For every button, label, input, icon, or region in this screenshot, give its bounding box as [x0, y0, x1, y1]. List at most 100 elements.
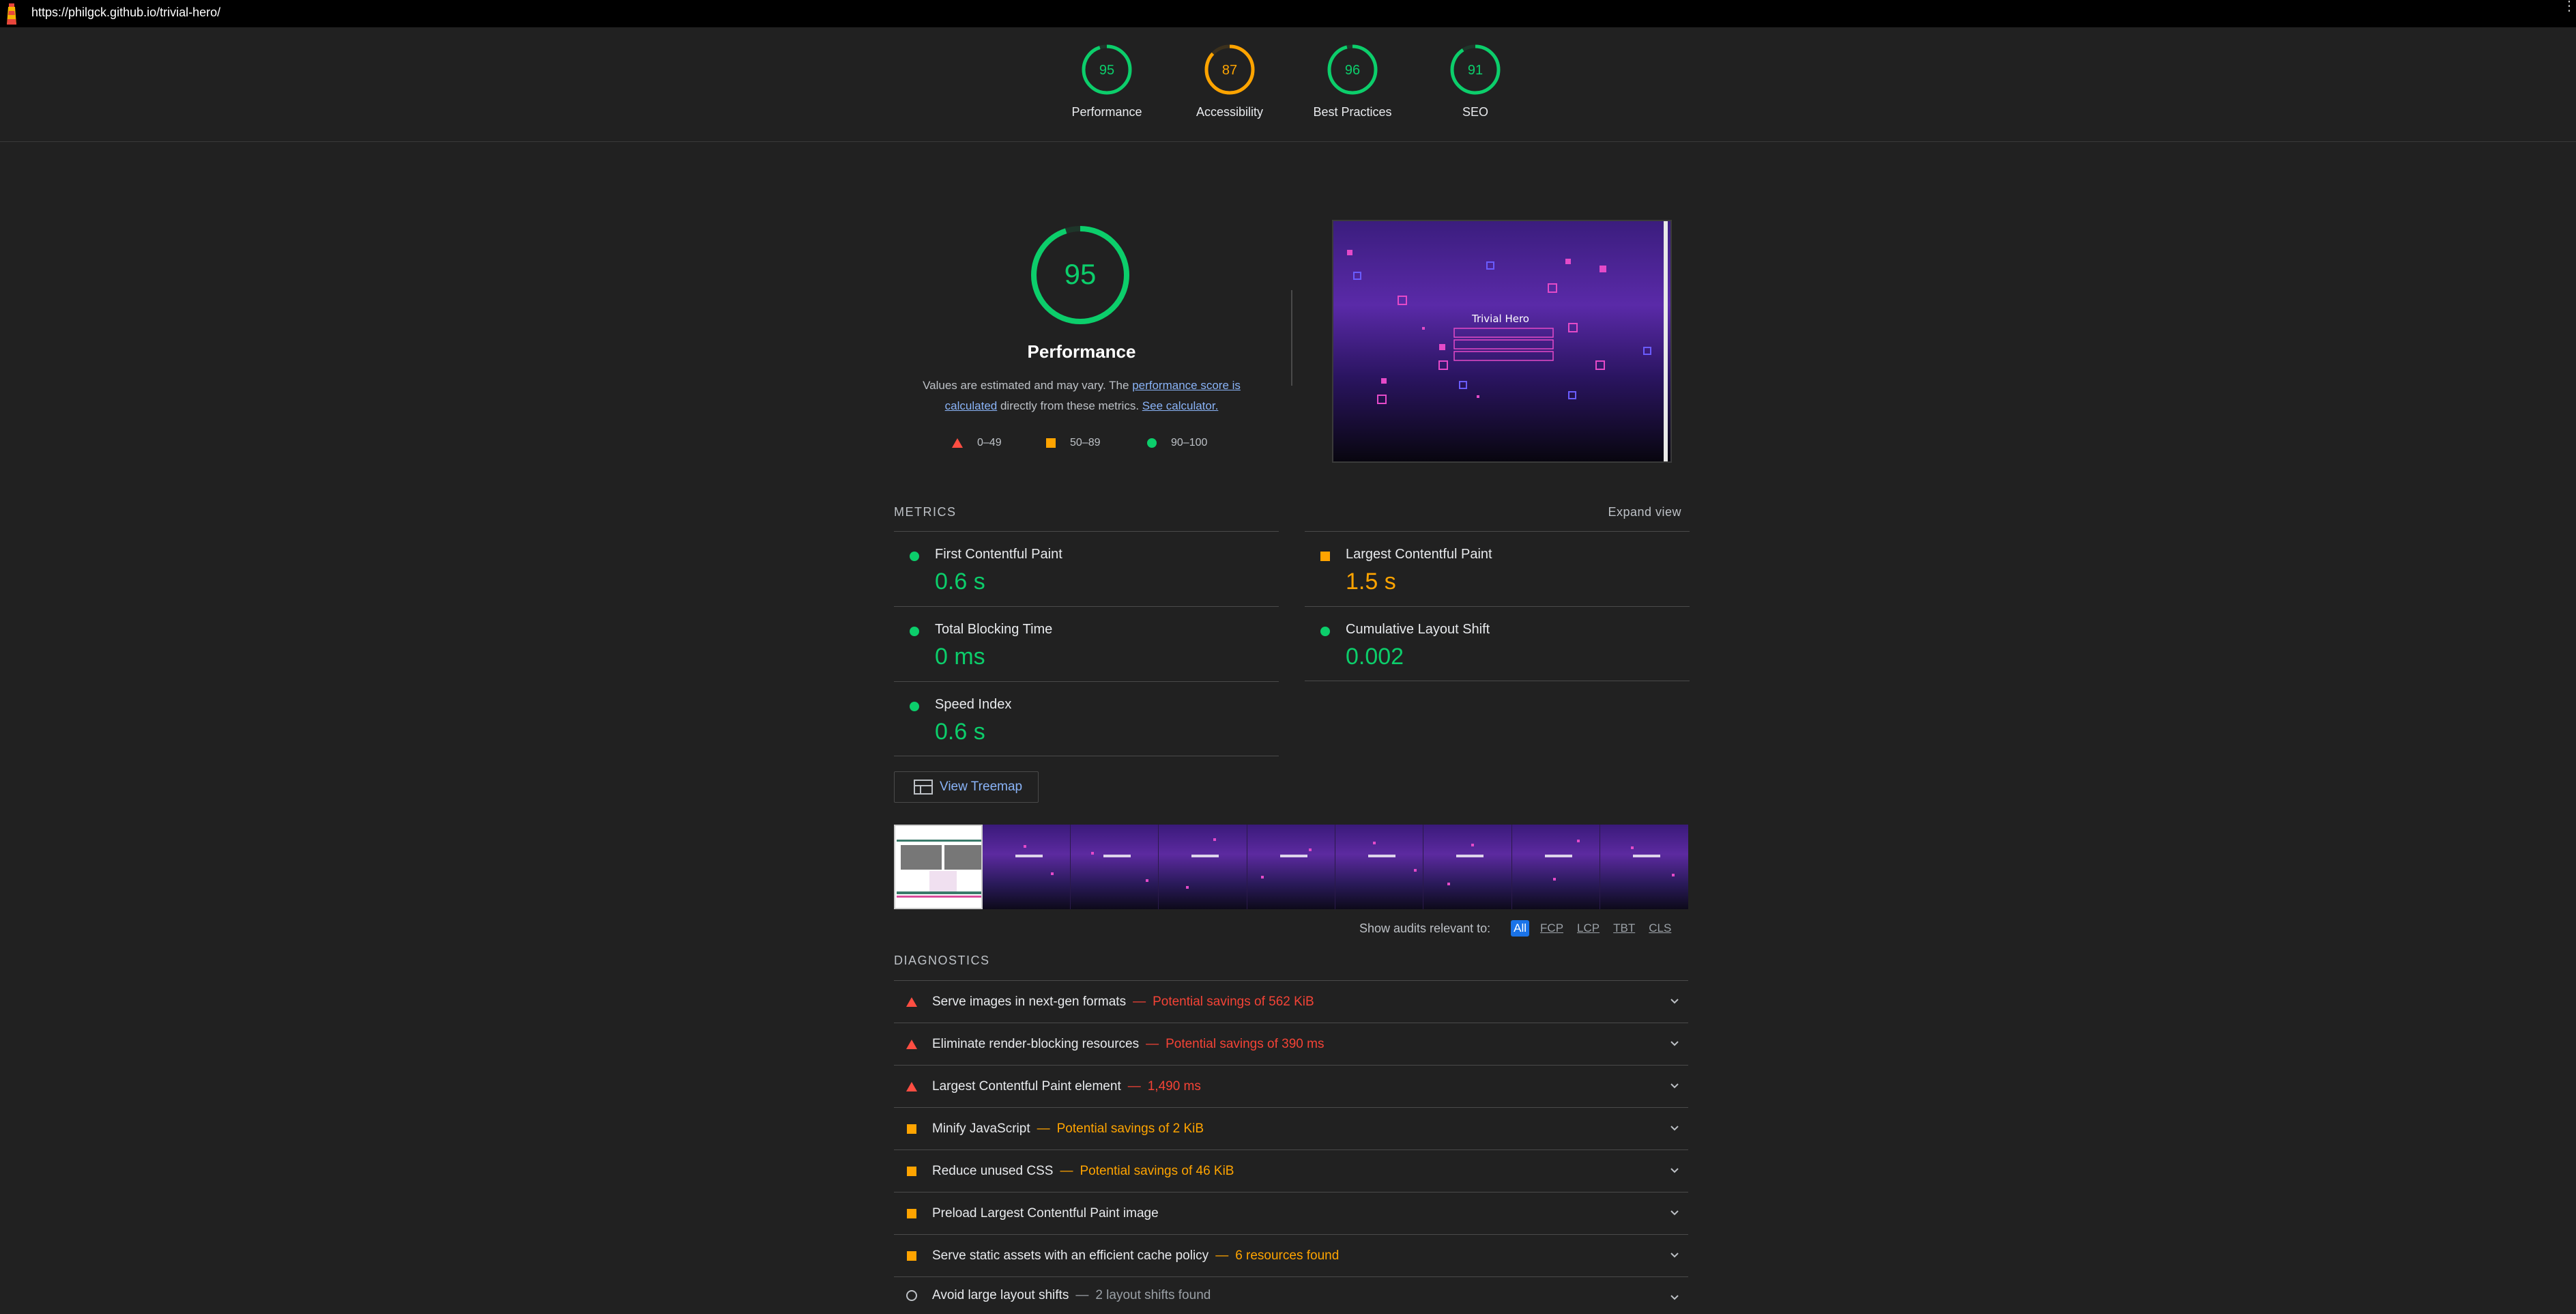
- view-treemap-label: View Treemap: [940, 780, 1023, 794]
- frame-dot: [1186, 886, 1189, 889]
- gauge-performance[interactable]: 95 Performance: [1045, 44, 1168, 119]
- average-square-icon: [907, 1166, 916, 1176]
- audit-minify-javascript[interactable]: Minify JavaScript — Potential savings of…: [894, 1107, 1688, 1149]
- audit-detail: Potential savings of 562 KiB: [1153, 994, 1314, 1009]
- audit-render-blocking-resources[interactable]: Eliminate render-blocking resources — Po…: [894, 1023, 1688, 1065]
- performance-score: 95: [1065, 258, 1097, 290]
- audit-avoid-layout-shifts[interactable]: Avoid large layout shifts — 2 layout shi…: [894, 1276, 1688, 1314]
- audit-detail: Potential savings of 2 KiB: [1056, 1121, 1204, 1136]
- expand-view-button[interactable]: Expand view: [1569, 505, 1681, 519]
- filter-chip-lcp[interactable]: LCP: [1574, 920, 1602, 937]
- filter-chip-tbt[interactable]: TBT: [1610, 920, 1638, 937]
- see-calculator-link[interactable]: See calculator.: [1142, 399, 1219, 412]
- diagnostics-section-title: DIAGNOSTICS: [894, 954, 990, 967]
- gauge-score: 87: [1222, 63, 1237, 78]
- audit-detail: Potential savings of 390 ms: [1166, 1036, 1325, 1051]
- metric-name: Largest Contentful Paint: [1346, 547, 1492, 562]
- frame-title: [1367, 855, 1395, 857]
- frame-title: [1544, 855, 1572, 857]
- audit-detail: 2 layout shifts found: [1095, 1288, 1211, 1302]
- filmstrip-frame-image: [895, 826, 981, 908]
- gauge-seo[interactable]: 91 SEO: [1414, 44, 1537, 119]
- circle-icon: [1147, 438, 1157, 448]
- audit-separator: —: [1037, 1121, 1050, 1136]
- frame-title: [1632, 855, 1660, 857]
- metric-total-blocking-time: Total Blocking Time 0 ms: [894, 606, 1279, 681]
- metric-value: 0.6 s: [935, 719, 985, 745]
- chevron-down-icon: [1670, 1041, 1679, 1046]
- audit-title: Reduce unused CSS: [932, 1163, 1054, 1178]
- frame-title: [1015, 855, 1043, 857]
- more-options-icon[interactable]: ⋮: [2562, 0, 2576, 13]
- filter-chip-cls[interactable]: CLS: [1646, 920, 1674, 937]
- metric-largest-contentful-paint: Largest Contentful Paint 1.5 s: [1305, 531, 1690, 606]
- gauge-ring: 96: [1327, 44, 1378, 95]
- pass-circle-icon: [910, 702, 919, 711]
- audit-separator: —: [1215, 1248, 1229, 1263]
- legend-pass: 90–100: [1146, 437, 1207, 449]
- audit-serve-next-gen-images[interactable]: Serve images in next-gen formats — Poten…: [894, 980, 1688, 1023]
- legend-range: 0–49: [977, 437, 1002, 448]
- metric-value: 1.5 s: [1346, 569, 1396, 595]
- pass-circle-icon: [1320, 627, 1330, 636]
- fail-triangle-icon: [906, 1081, 917, 1091]
- filmstrip-frame: [1247, 825, 1335, 909]
- gauge-label: Accessibility: [1196, 105, 1264, 119]
- final-screenshot-image: Trivial Hero: [1333, 221, 1670, 461]
- frame-dot: [1023, 845, 1026, 848]
- metric-name: First Contentful Paint: [935, 547, 1062, 562]
- frame-dot: [1090, 852, 1094, 855]
- filmstrip-frame: [982, 825, 1071, 909]
- gauge-score: 96: [1345, 63, 1360, 78]
- metric-value: 0 ms: [935, 644, 985, 670]
- audit-filter-label: Show audits relevant to:: [1359, 921, 1491, 935]
- audit-detail: 1,490 ms: [1147, 1079, 1201, 1094]
- chevron-down-icon: [1670, 1083, 1679, 1089]
- frame-dot: [1413, 869, 1417, 872]
- filter-chip-all[interactable]: All: [1511, 920, 1530, 937]
- pass-circle-icon: [910, 627, 919, 636]
- average-square-icon: [1320, 552, 1330, 561]
- chevron-down-icon: [1670, 999, 1679, 1004]
- frame-title: [1191, 855, 1219, 857]
- triangle-icon: [952, 438, 963, 448]
- audit-separator: —: [1127, 1079, 1141, 1094]
- legend-range: 90–100: [1171, 437, 1208, 448]
- frame-dot: [1308, 848, 1312, 851]
- filmstrip-frame: [1511, 825, 1600, 909]
- audit-reduce-unused-css[interactable]: Reduce unused CSS — Potential savings of…: [894, 1149, 1688, 1192]
- audit-title: Serve static assets with an efficient ca…: [932, 1248, 1209, 1263]
- audit-title: Eliminate render-blocking resources: [932, 1036, 1140, 1051]
- desc-text: directly from these metrics.: [997, 399, 1142, 412]
- vertical-divider: [1291, 290, 1292, 386]
- gauge-score: 91: [1468, 63, 1483, 78]
- frame-dot: [1145, 879, 1148, 882]
- view-treemap-button[interactable]: View Treemap: [894, 771, 1039, 803]
- square-icon: [1046, 438, 1056, 448]
- metric-name: Total Blocking Time: [935, 622, 1053, 637]
- gauge-label: Best Practices: [1313, 105, 1392, 119]
- metrics-section-title: METRICS: [894, 505, 957, 519]
- chevron-down-icon: [1670, 1126, 1679, 1131]
- metric-cumulative-layout-shift: Cumulative Layout Shift 0.002: [1305, 606, 1690, 681]
- average-square-icon: [907, 1124, 916, 1134]
- gauge-label: Performance: [1071, 105, 1142, 119]
- audit-preload-lcp-image[interactable]: Preload Largest Contentful Paint image: [894, 1192, 1688, 1234]
- audit-efficient-cache-policy[interactable]: Serve static assets with an efficient ca…: [894, 1234, 1688, 1276]
- audit-separator: —: [1133, 994, 1146, 1009]
- audit-separator: —: [1060, 1163, 1073, 1178]
- chevron-down-icon: [1670, 1295, 1679, 1300]
- filmstrip-frame: [894, 825, 983, 909]
- legend-average: 50–89: [1045, 437, 1101, 449]
- metric-first-contentful-paint: First Contentful Paint 0.6 s: [894, 531, 1279, 606]
- gauge-accessibility[interactable]: 87 Accessibility: [1168, 44, 1291, 119]
- performance-title: Performance: [1027, 341, 1136, 362]
- performance-description: Values are estimated and may vary. The p…: [902, 375, 1261, 416]
- frame-dot: [1260, 876, 1264, 879]
- chevron-down-icon: [1670, 1168, 1679, 1173]
- gauge-ring: 95: [1082, 44, 1132, 95]
- gauge-best-practices[interactable]: 96 Best Practices: [1291, 44, 1414, 119]
- audit-lcp-element[interactable]: Largest Contentful Paint element — 1,490…: [894, 1065, 1688, 1107]
- filter-chip-fcp[interactable]: FCP: [1537, 920, 1566, 937]
- final-screenshot[interactable]: Trivial Hero: [1332, 220, 1672, 463]
